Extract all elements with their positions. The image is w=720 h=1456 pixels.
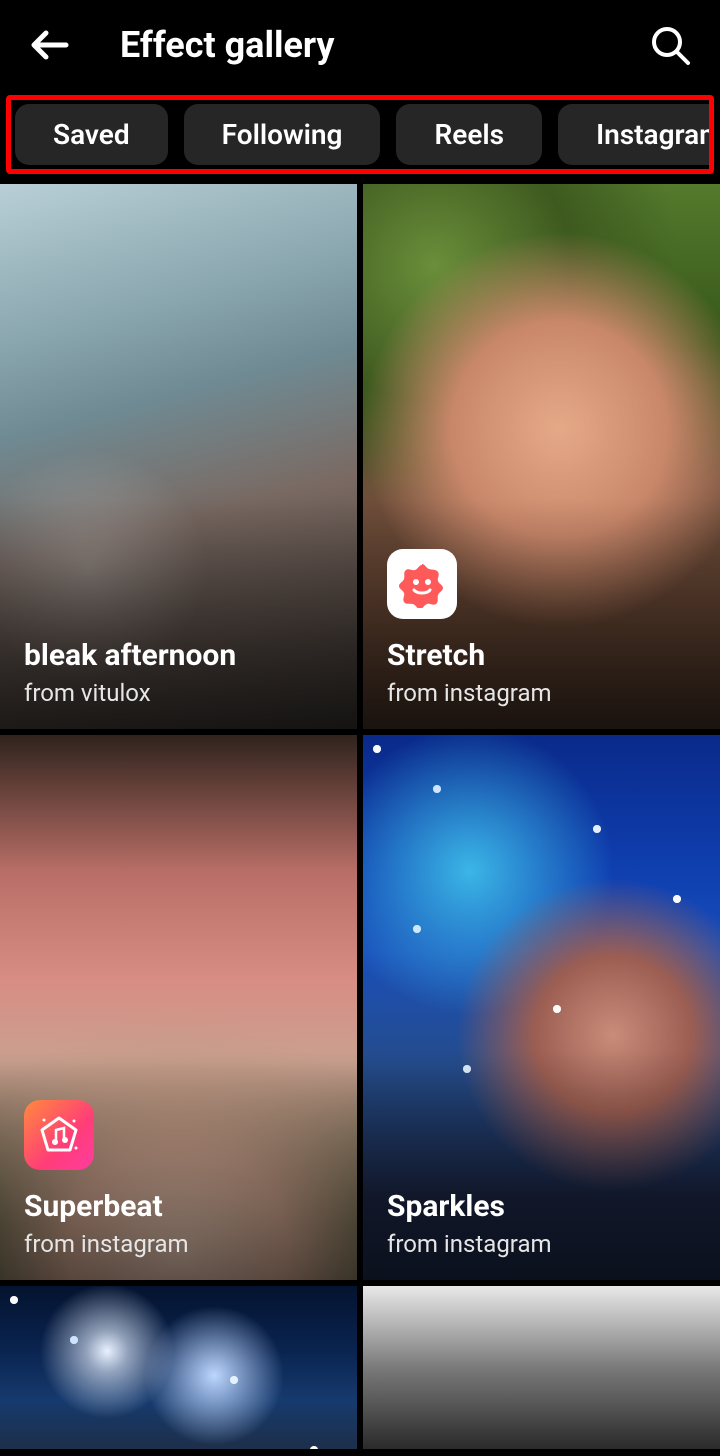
superbeat-icon <box>24 1100 94 1170</box>
tab-following[interactable]: Following <box>184 104 381 165</box>
back-button[interactable] <box>20 15 80 75</box>
arrow-left-icon <box>26 21 74 69</box>
effect-author: from vitulox <box>24 679 151 707</box>
search-icon <box>648 23 692 67</box>
tab-instagram[interactable]: Instagram <box>558 104 709 165</box>
effect-card[interactable]: bleak afternoon from vitulox <box>0 184 357 729</box>
effect-thumbnail <box>363 1286 720 1449</box>
effect-card[interactable]: Sparkles from instagram <box>363 735 720 1280</box>
effect-author: from instagram <box>24 1230 189 1258</box>
effect-title: bleak afternoon <box>24 638 236 673</box>
effect-card[interactable] <box>363 1286 720 1449</box>
tabs-highlight-box: Saved Following Reels Instagram <box>6 95 714 174</box>
effect-author: from instagram <box>387 679 552 707</box>
effect-thumbnail <box>0 1286 357 1449</box>
effect-card[interactable]: Superbeat from instagram <box>0 735 357 1280</box>
effect-card[interactable]: Stretch from instagram <box>363 184 720 729</box>
effect-title: Superbeat <box>24 1189 163 1224</box>
effect-card[interactable] <box>0 1286 357 1449</box>
effects-grid: bleak afternoon from vitulox Stretch fro… <box>0 184 720 1449</box>
tab-reels[interactable]: Reels <box>396 104 542 165</box>
page-title: Effect gallery <box>120 24 640 66</box>
effect-title: Sparkles <box>387 1189 505 1224</box>
header: Effect gallery <box>0 0 720 90</box>
effect-author: from instagram <box>387 1230 552 1258</box>
tabs-row[interactable]: Saved Following Reels Instagram <box>11 104 709 165</box>
search-button[interactable] <box>640 15 700 75</box>
tab-saved[interactable]: Saved <box>15 104 168 165</box>
effect-title: Stretch <box>387 638 485 673</box>
stretch-icon <box>387 549 457 619</box>
